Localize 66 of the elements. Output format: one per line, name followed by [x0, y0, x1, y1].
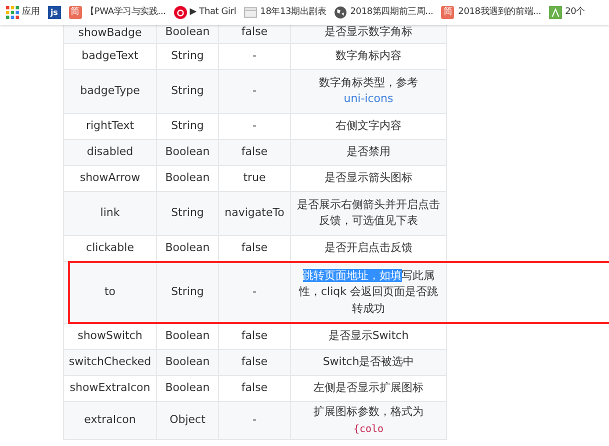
prop-description: 是否显示数字角标: [324, 25, 412, 38]
prop-default: false: [241, 355, 268, 368]
prop-default: -: [252, 413, 256, 426]
prop-type: String: [171, 285, 204, 298]
prop-description: 是否开启点击反馈: [324, 240, 412, 254]
prop-type: Object: [170, 413, 206, 426]
bookmark-label[interactable]: 20个: [565, 6, 585, 20]
tile-logo-icon: [549, 6, 562, 19]
prop-type: Boolean: [165, 240, 210, 254]
prop-name: showArrow: [80, 170, 140, 184]
prop-type: String: [171, 48, 204, 62]
music-logo-icon: [174, 6, 187, 19]
prop-description: 扩展图标参数，格式为 {colo: [314, 405, 424, 434]
bookmark-label[interactable]: 应用: [22, 6, 40, 20]
prop-name: badgeType: [80, 84, 140, 97]
prop-type: Boolean: [165, 355, 210, 368]
js-logo-icon[interactable]: js: [48, 6, 61, 19]
code-snippet: {colo: [353, 424, 384, 434]
page-icon: [244, 6, 258, 19]
prop-default: -: [252, 48, 256, 62]
prop-default: true: [243, 170, 266, 184]
bookmark-label[interactable]: 18年13期出剧表: [260, 6, 326, 20]
prop-type: Boolean: [165, 170, 210, 184]
prop-name: showSwitch: [78, 329, 142, 342]
prop-name: clickable: [86, 240, 134, 254]
prop-default: -: [252, 84, 256, 97]
prop-default: false: [241, 144, 268, 158]
prop-name: rightText: [86, 118, 134, 132]
prop-description: 是否显示箭头图标: [324, 170, 412, 184]
prop-type: String: [171, 84, 204, 97]
prop-type: Boolean: [165, 25, 210, 38]
prop-name: extraIcon: [84, 413, 136, 426]
prop-default: -: [252, 285, 256, 298]
prop-default: false: [241, 329, 268, 342]
prop-description: Switch是否被选中: [322, 355, 414, 368]
bookmark-label[interactable]: ▶ That Girl: [190, 6, 236, 20]
prop-description: 是否展示右侧箭头并开启点击反馈，可选值见下表: [297, 198, 440, 227]
prop-type: Boolean: [165, 329, 210, 342]
bookmark-label[interactable]: 2018第四期前三周...: [350, 6, 434, 20]
prop-description: 是否显示Switch: [328, 329, 409, 342]
prop-default: -: [252, 118, 256, 132]
bookmark-label[interactable]: 2018我遇到的前端...: [458, 6, 542, 20]
prop-default: navigateTo: [224, 206, 284, 219]
prop-type: String: [171, 206, 204, 219]
prop-name: link: [100, 206, 120, 219]
prop-default: false: [241, 25, 268, 38]
bookmark-label[interactable]: 【PWA学习与实践...: [86, 6, 166, 20]
prop-description: 数字角标类型，参考 uni-icons: [319, 76, 418, 105]
prop-description: 数字角标内容: [336, 48, 402, 62]
prop-name: switchChecked: [68, 355, 152, 368]
uni-icons-link[interactable]: uni-icons: [344, 92, 394, 105]
prop-description: 左侧是否显示扩展图标: [314, 381, 424, 394]
prop-default: false: [241, 381, 268, 394]
apps-grid-icon: [6, 6, 19, 19]
prop-name: to: [104, 285, 116, 298]
prop-type: Boolean: [165, 381, 210, 394]
globe-icon: [334, 6, 348, 19]
prop-description: 右侧文字内容: [336, 118, 402, 132]
prop-name: showBadge: [78, 26, 142, 39]
prop-name: badgeText: [82, 48, 138, 62]
prop-description: 是否禁用: [346, 144, 390, 158]
prop-name: disabled: [86, 144, 134, 158]
prop-default: false: [241, 240, 268, 254]
prop-type: Boolean: [165, 144, 210, 158]
prop-type: String: [171, 118, 204, 132]
prop-name: showExtraIcon: [70, 381, 150, 394]
